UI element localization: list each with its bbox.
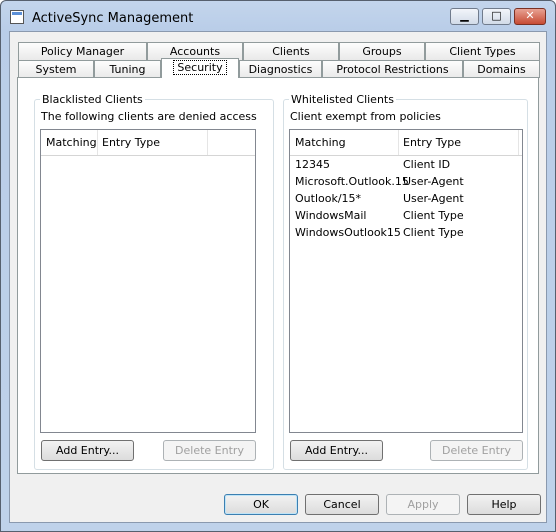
tab-label: System <box>35 63 77 76</box>
tab-protocol-restrictions[interactable]: Protocol Restrictions <box>322 60 463 78</box>
whitelist-add-entry-button[interactable]: Add Entry... <box>290 440 383 461</box>
blacklisted-clients-title: Blacklisted Clients <box>40 93 145 106</box>
blacklisted-clients-group: Blacklisted Clients The following client… <box>34 93 274 470</box>
tab-label: Security <box>173 60 227 75</box>
entry-type-cell: User-Agent <box>403 192 464 205</box>
help-button[interactable]: Help <box>467 494 541 515</box>
tab-client-types[interactable]: Client Types <box>425 42 540 60</box>
matching-cell: 12345 <box>295 158 330 171</box>
tab-domains[interactable]: Domains <box>463 60 540 78</box>
whitelisted-clients-group: Whitelisted Clients Client exempt from p… <box>283 93 528 470</box>
whitelist-delete-entry-button[interactable]: Delete Entry <box>430 440 523 461</box>
column-divider[interactable] <box>207 130 208 155</box>
tab-label: Policy Manager <box>40 45 125 58</box>
tab-label: Client Types <box>449 45 516 58</box>
whitelist-column-matching[interactable]: Matching <box>290 130 399 155</box>
matching-cell: Microsoft.Outlook.15 <box>295 175 409 188</box>
window-title: ActiveSync Management <box>32 11 194 26</box>
tab-security[interactable]: Security <box>161 58 239 78</box>
blacklist-delete-entry-button[interactable]: Delete Entry <box>163 440 256 461</box>
close-button[interactable]: ✕ <box>514 8 546 25</box>
app-window-icon <box>10 10 24 24</box>
tab-label: Protocol Restrictions <box>336 63 449 76</box>
blacklist-add-entry-button[interactable]: Add Entry... <box>41 440 134 461</box>
whitelist-row[interactable]: WindowsOutlook15 Client Type <box>290 224 522 241</box>
title-bar[interactable]: ActiveSync Management ▁ □ ✕ <box>1 1 555 35</box>
whitelist-row[interactable]: WindowsMail Client Type <box>290 207 522 224</box>
tab-groups[interactable]: Groups <box>339 42 425 60</box>
entry-type-cell: Client Type <box>403 226 464 239</box>
whitelisted-clients-description: Client exempt from policies <box>290 110 441 123</box>
minimize-button[interactable]: ▁ <box>450 8 479 25</box>
tab-label: Accounts <box>169 45 221 58</box>
whitelist-row[interactable]: Microsoft.Outlook.15 User-Agent <box>290 173 522 190</box>
tab-label: Clients <box>272 45 310 58</box>
security-tab-panel: Blacklisted Clients The following client… <box>17 77 539 474</box>
whitelist-header: Matching Entry Type <box>290 130 522 156</box>
blacklist-column-entry-type[interactable]: Entry Type <box>97 130 207 155</box>
cancel-button[interactable]: Cancel <box>305 494 379 515</box>
whitelist-column-entry-type[interactable]: Entry Type <box>398 130 518 155</box>
tab-clients[interactable]: Clients <box>243 42 339 60</box>
matching-cell: WindowsOutlook15 <box>295 226 401 239</box>
apply-button[interactable]: Apply <box>386 494 460 515</box>
whitelist-row[interactable]: 12345 Client ID <box>290 156 522 173</box>
tab-label: Domains <box>477 63 526 76</box>
whitelisted-clients-title: Whitelisted Clients <box>289 93 396 106</box>
tab-policy-manager[interactable]: Policy Manager <box>18 42 147 60</box>
whitelist-listview[interactable]: Matching Entry Type 12345 Client ID Micr… <box>289 129 523 433</box>
blacklist-listview[interactable]: Matching Entry Type <box>40 129 256 433</box>
whitelist-row[interactable]: Outlook/15* User-Agent <box>290 190 522 207</box>
blacklist-header: Matching Entry Type <box>41 130 255 156</box>
entry-type-cell: Client ID <box>403 158 451 171</box>
blacklist-column-matching[interactable]: Matching <box>41 130 98 155</box>
maximize-button[interactable]: □ <box>482 8 511 25</box>
tab-diagnostics[interactable]: Diagnostics <box>239 60 322 78</box>
tab-label: Groups <box>362 45 402 58</box>
entry-type-cell: User-Agent <box>403 175 464 188</box>
matching-cell: WindowsMail <box>295 209 367 222</box>
activesync-management-window: ActiveSync Management ▁ □ ✕ Policy Manag… <box>0 0 556 532</box>
entry-type-cell: Client Type <box>403 209 464 222</box>
tab-label: Diagnostics <box>248 63 313 76</box>
tab-label: Tuning <box>109 63 146 76</box>
matching-cell: Outlook/15* <box>295 192 362 205</box>
blacklisted-clients-description: The following clients are denied access <box>41 110 257 123</box>
ok-button[interactable]: OK <box>224 494 298 515</box>
tab-system[interactable]: System <box>18 60 94 78</box>
dialog-client-area: Policy Manager Accounts Clients Groups C… <box>9 31 547 523</box>
column-divider[interactable] <box>518 130 519 155</box>
tab-tuning[interactable]: Tuning <box>94 60 161 78</box>
